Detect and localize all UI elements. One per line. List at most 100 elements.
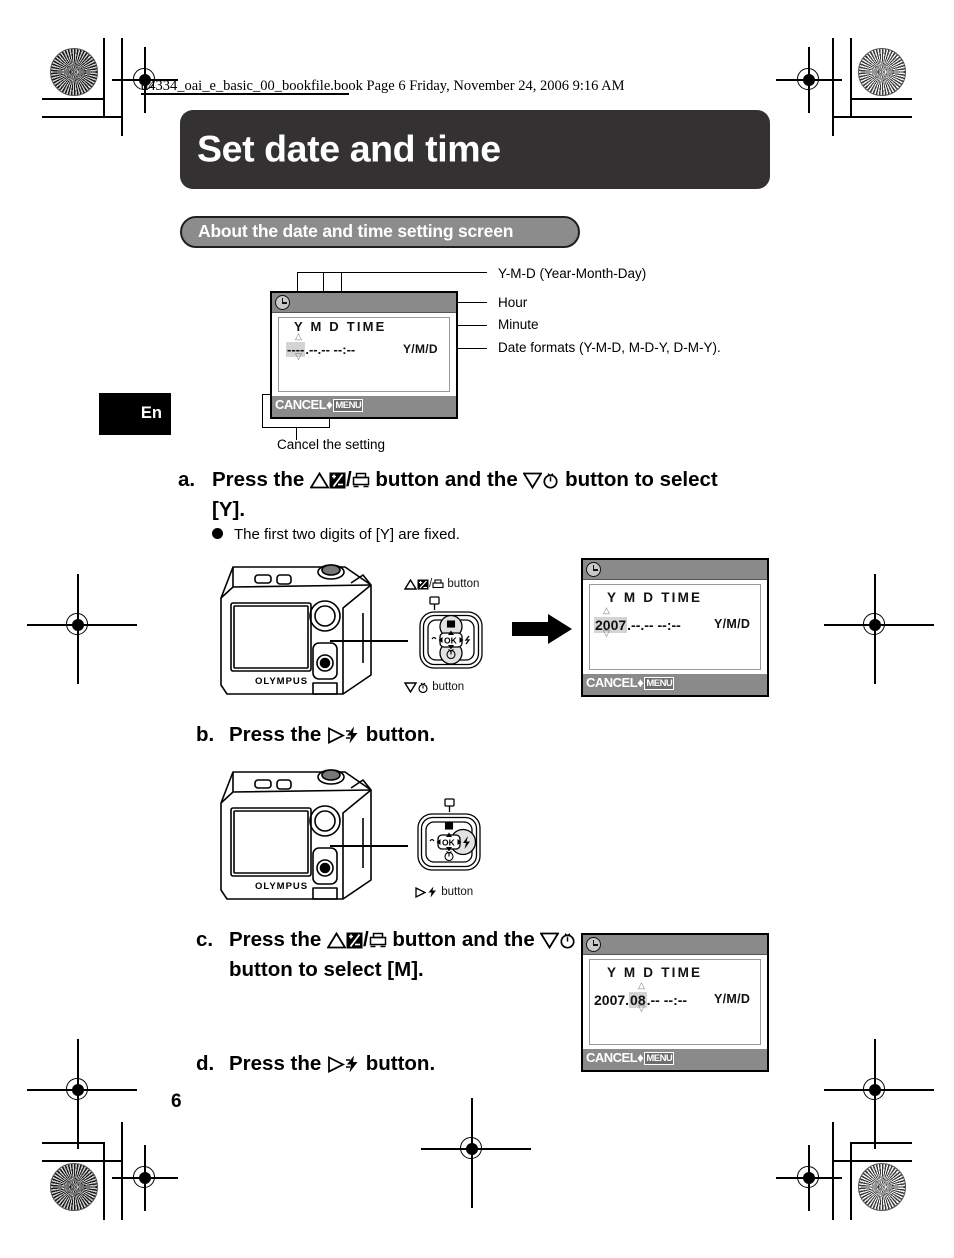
step-c-text-2: button and the bbox=[386, 928, 541, 951]
lcd-top-bar bbox=[272, 293, 456, 313]
exposure-comp-icon bbox=[417, 579, 429, 593]
pad-bottom-label-a: button bbox=[403, 681, 465, 696]
callout-label-ymd: Y-M-D (Year-Month-Day) bbox=[498, 266, 647, 281]
page-title-bar: Set date and time bbox=[180, 110, 770, 189]
self-timer-icon bbox=[417, 682, 429, 696]
pad-top-label-a-text: button bbox=[447, 578, 480, 590]
spinner-down-icon: ▽ bbox=[638, 1003, 645, 1013]
svg-text:OLYMPUS: OLYMPUS bbox=[255, 676, 308, 687]
pad-bottom-label-a-text: button bbox=[432, 681, 465, 693]
callout-label-formats: Date formats (Y-M-D, M-D-Y, D-M-Y). bbox=[498, 340, 721, 355]
clock-icon bbox=[586, 937, 601, 952]
lcd-day-value: -- bbox=[644, 617, 654, 633]
exposure-comp-icon bbox=[346, 929, 363, 956]
flash-icon bbox=[345, 724, 360, 751]
lcd-column-header: Y M D TIME bbox=[607, 965, 703, 980]
lcd-minute-value: -- bbox=[671, 617, 681, 633]
camera-illustration-b: OLYMPUS bbox=[203, 758, 398, 918]
crop-line bbox=[42, 98, 104, 100]
registration-crosshair bbox=[112, 1145, 178, 1211]
registration-crosshair bbox=[824, 1039, 934, 1149]
four-way-pad-b: OK bbox=[412, 798, 490, 887]
menu-button-tag: MENU bbox=[333, 399, 364, 412]
lcd-cancel-label: CANCEL bbox=[275, 397, 327, 412]
triangle-right-icon bbox=[327, 724, 346, 751]
lcd-bottom-bar: CANCEL♦ MENU bbox=[583, 674, 767, 695]
triangle-down-icon bbox=[539, 929, 561, 956]
registration-star-target bbox=[858, 48, 906, 96]
print-icon bbox=[352, 469, 370, 496]
step-c-text-1: Press the bbox=[229, 928, 327, 951]
exposure-comp-icon bbox=[329, 469, 346, 496]
step-a-label: a. bbox=[178, 468, 196, 491]
registration-star-target bbox=[50, 48, 98, 96]
crop-line bbox=[42, 116, 122, 118]
crop-line bbox=[850, 1142, 852, 1220]
lcd-format-display: Y/M/D bbox=[714, 617, 751, 631]
crop-line bbox=[850, 38, 852, 116]
lcd-day-value: -- bbox=[321, 342, 330, 357]
svg-text:OLYMPUS: OLYMPUS bbox=[255, 881, 308, 892]
step-a-bullet-text: The first two digits of [Y] are fixed. bbox=[234, 526, 460, 543]
step-d-label: d. bbox=[196, 1052, 215, 1075]
triangle-up-icon bbox=[326, 929, 347, 956]
step-b-text-3: button. bbox=[360, 723, 436, 746]
callout-label-hour: Hour bbox=[498, 295, 528, 310]
registration-star-target bbox=[50, 1163, 98, 1211]
crop-line bbox=[832, 1160, 912, 1162]
triangle-right-icon bbox=[414, 886, 427, 901]
camera-illustration-a: OLYMPUS bbox=[203, 553, 398, 713]
callout-leader bbox=[297, 272, 487, 274]
lcd-format-display: Y/M/D bbox=[403, 342, 438, 356]
step-c: c. Press the / button and the button to … bbox=[196, 926, 586, 983]
subsection-pill: About the date and time setting screen bbox=[180, 216, 580, 248]
lcd-column-header: Y M D TIME bbox=[294, 319, 387, 334]
crop-line bbox=[850, 1142, 912, 1144]
crop-line bbox=[121, 38, 123, 136]
lcd-cancel-hint: CANCEL♦ MENU bbox=[586, 675, 675, 690]
lcd-month-value: -- bbox=[631, 617, 641, 633]
page-title: Set date and time bbox=[197, 127, 501, 170]
spinner-up-icon: △ bbox=[295, 331, 302, 341]
diamond-icon: ♦ bbox=[637, 675, 644, 690]
step-a-bullet: The first two digits of [Y] are fixed. bbox=[212, 525, 460, 545]
registration-crosshair bbox=[27, 574, 137, 684]
lcd-month-value: -- bbox=[308, 342, 318, 357]
triangle-down-icon bbox=[403, 682, 418, 696]
lcd-column-header: Y M D TIME bbox=[607, 590, 703, 605]
crop-line bbox=[42, 1142, 104, 1144]
pad-top-label-a: / button bbox=[403, 578, 480, 593]
subsection-title: About the date and time setting screen bbox=[198, 220, 514, 241]
step-a: a. Press the / button and the button to … bbox=[178, 466, 748, 523]
spinner-down-icon: ▽ bbox=[603, 628, 610, 638]
registration-crosshair bbox=[421, 1098, 531, 1208]
lcd-minute-value: -- bbox=[677, 992, 688, 1008]
crop-line bbox=[103, 38, 105, 116]
step-a-text-1: Press the bbox=[212, 468, 310, 491]
pad-bottom-label-b: button bbox=[414, 886, 473, 901]
step-b-text-1: Press the bbox=[229, 723, 327, 746]
step-d-text-1: Press the bbox=[229, 1052, 327, 1075]
spinner-up-icon: △ bbox=[603, 605, 610, 615]
callout-leader bbox=[455, 348, 487, 350]
step-c-text-3: button to select [M]. bbox=[229, 958, 424, 981]
triangle-up-icon bbox=[403, 578, 418, 593]
lcd-cancel-label: CANCEL bbox=[586, 675, 638, 690]
lcd-hour-value: -- bbox=[333, 342, 343, 357]
registration-crosshair bbox=[776, 1145, 842, 1211]
crop-line bbox=[832, 38, 834, 136]
flash-icon bbox=[427, 886, 438, 901]
camera-leader-line bbox=[330, 640, 408, 642]
crop-line bbox=[850, 98, 912, 100]
registration-crosshair bbox=[27, 1039, 137, 1149]
print-icon bbox=[369, 929, 387, 956]
flow-arrow-icon bbox=[512, 612, 574, 651]
triangle-up-icon bbox=[309, 469, 330, 496]
spinner-up-icon: △ bbox=[638, 980, 645, 990]
svg-text:OK: OK bbox=[444, 636, 458, 646]
pad-bottom-label-b-text: button bbox=[441, 886, 474, 898]
self-timer-icon bbox=[559, 929, 576, 956]
menu-button-tag: MENU bbox=[644, 1052, 675, 1065]
bullet-dot-icon bbox=[212, 528, 223, 539]
lcd-bottom-bar: CANCEL♦ MENU bbox=[272, 396, 456, 417]
